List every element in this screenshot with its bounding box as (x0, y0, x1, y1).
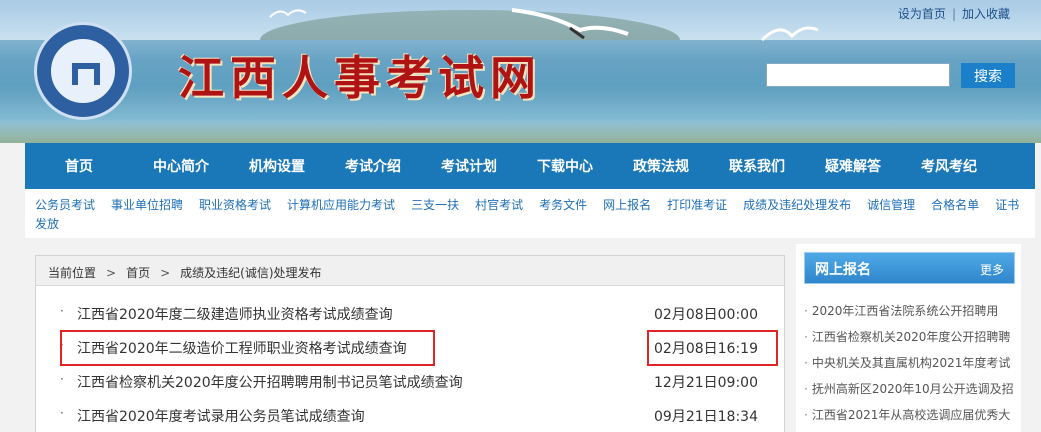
main-nav: 首页 中心简介 机构设置 考试介绍 考试计划 下载中心 政策法规 联系我们 疑难… (25, 143, 1035, 189)
side-list-item[interactable]: · 2020年江西省法院系统公开招聘用 (804, 302, 1016, 328)
article-date: 02月08日00:00 (654, 307, 758, 323)
header-banner: 江西人事考试网 设为首页 | 加入收藏 搜索 (0, 0, 1041, 143)
side-list-item[interactable]: · 抚州高新区2020年10月公开选调及招 (804, 380, 1016, 406)
nav-item-organization[interactable]: 机构设置 (229, 156, 325, 176)
side-panel: 网上报名 更多 · 2020年江西省法院系统公开招聘用 · 江西省检察机关2020年… (796, 244, 1021, 432)
list-item: · 江西省检察机关2020年度公开招聘聘用制书记员笔试成绩查询 12月21日09… (36, 366, 784, 400)
nav-item-contact[interactable]: 联系我们 (709, 156, 805, 176)
side-list-item[interactable]: · 中央机关及其直属机构2021年度考试 (804, 354, 1016, 380)
bullet-icon: · (804, 304, 808, 318)
breadcrumb-current[interactable]: 成绩及违纪(诚信)处理发布 (180, 266, 321, 280)
nav-item-faq[interactable]: 疑难解答 (805, 156, 901, 176)
results-panel: 当前位置 > 首页 > 成绩及违纪(诚信)处理发布 · 江西省2020年度二级建造师执业… (35, 255, 785, 432)
top-links: 设为首页 | 加入收藏 (898, 5, 1010, 22)
bullet-icon: · (60, 372, 64, 386)
nav-item-home[interactable]: 首页 (25, 156, 133, 176)
nav-item-downloads[interactable]: 下载中心 (517, 156, 613, 176)
subnav-link[interactable]: 职业资格考试 (199, 198, 271, 212)
article-link[interactable]: 江西省检察机关2020年度公开招聘聘用制书记员笔试成绩查询 (77, 372, 463, 392)
bullet-icon: · (804, 408, 808, 422)
search-input[interactable] (766, 63, 950, 87)
subnav-link[interactable]: 计算机应用能力考试 (287, 198, 395, 212)
subnav-link[interactable]: 网上报名 (603, 198, 651, 212)
breadcrumb: 当前位置 > 首页 > 成绩及违纪(诚信)处理发布 (36, 256, 784, 286)
side-panel-header: 网上报名 更多 (804, 252, 1015, 284)
side-list-item[interactable]: · 江西省检察机关2020年度公开招聘聘 (804, 328, 1016, 354)
side-panel-title: 网上报名 (815, 262, 871, 278)
nav-item-exam-intro[interactable]: 考试介绍 (325, 156, 421, 176)
side-item-label: 江西省2021年从高校选调应届优秀大 (811, 408, 1011, 422)
side-item-label: 中央机关及其直属机构2021年度考试 (811, 356, 1011, 370)
side-list: · 2020年江西省法院系统公开招聘用 · 江西省检察机关2020年度公开招聘聘 ·… (804, 302, 1016, 432)
highlight-box-title (60, 330, 435, 366)
list-item: · 江西省2020年度考试录用公务员笔试成绩查询 09月21日18:34 (36, 400, 784, 432)
subnav-link[interactable]: 成绩及违纪处理发布 (743, 198, 851, 212)
subnav-link[interactable]: 三支一扶 (411, 198, 459, 212)
subnav-link[interactable]: 合格名单 (931, 198, 979, 212)
subnav-link[interactable]: 考务文件 (539, 198, 587, 212)
bird-icon (760, 20, 820, 46)
subnav-link[interactable]: 打印准考证 (667, 198, 727, 212)
search-button[interactable]: 搜索 (961, 63, 1015, 88)
highlight-box-date (647, 330, 778, 366)
article-date: 12月21日09:00 (654, 375, 758, 391)
subnav-link[interactable]: 诚信管理 (867, 198, 915, 212)
side-item-label: 抚州高新区2020年10月公开选调及招 (811, 382, 1014, 396)
nav-item-exam-plan[interactable]: 考试计划 (421, 156, 517, 176)
bullet-icon: · (804, 356, 808, 370)
breadcrumb-home[interactable]: 首页 (126, 266, 150, 280)
category-links: 公务员考试 事业单位招聘 职业资格考试 计算机应用能力考试 三支一扶 村官考试 考务文件 网上… (25, 189, 1035, 238)
crane-icon (510, 4, 630, 44)
bullet-icon: · (60, 406, 64, 420)
bird-icon (268, 6, 308, 20)
subnav-link[interactable]: 公务员考试 (35, 198, 95, 212)
subnav-link[interactable]: 村官考试 (475, 198, 523, 212)
more-link[interactable]: 更多 (980, 261, 1004, 278)
bullet-icon: · (804, 382, 808, 396)
top-link-separator: | (951, 7, 956, 21)
breadcrumb-label: 当前位置 (48, 266, 97, 280)
list-item: · 江西省2020年度二级建造师执业资格考试成绩查询 02月08日00:00 (36, 298, 784, 332)
breadcrumb-separator: > (106, 266, 117, 280)
bullet-icon: · (804, 330, 808, 344)
add-favorite-link[interactable]: 加入收藏 (962, 7, 1010, 21)
article-link[interactable]: 江西省2020年度二级建造师执业资格考试成绩查询 (77, 304, 393, 324)
logo-mark (72, 63, 100, 85)
side-item-label: 2020年江西省法院系统公开招聘用 (811, 304, 999, 318)
nav-item-discipline[interactable]: 考风考纪 (901, 156, 997, 176)
banner-reeds (0, 121, 1041, 143)
breadcrumb-separator: > (160, 266, 171, 280)
site-title: 江西人事考试网 (178, 51, 542, 105)
side-list-item[interactable]: · 江西省2021年从高校选调应届优秀大 (804, 406, 1016, 432)
subnav-link[interactable]: 事业单位招聘 (111, 198, 183, 212)
nav-item-policy[interactable]: 政策法规 (613, 156, 709, 176)
bullet-icon: · (60, 304, 64, 318)
article-date: 09月21日18:34 (654, 409, 758, 425)
side-item-label: 江西省检察机关2020年度公开招聘聘 (811, 330, 1011, 344)
site-logo[interactable] (34, 22, 132, 120)
article-link[interactable]: 江西省2020年度考试录用公务员笔试成绩查询 (77, 406, 365, 426)
nav-item-about[interactable]: 中心简介 (133, 156, 229, 176)
set-homepage-link[interactable]: 设为首页 (898, 7, 946, 21)
